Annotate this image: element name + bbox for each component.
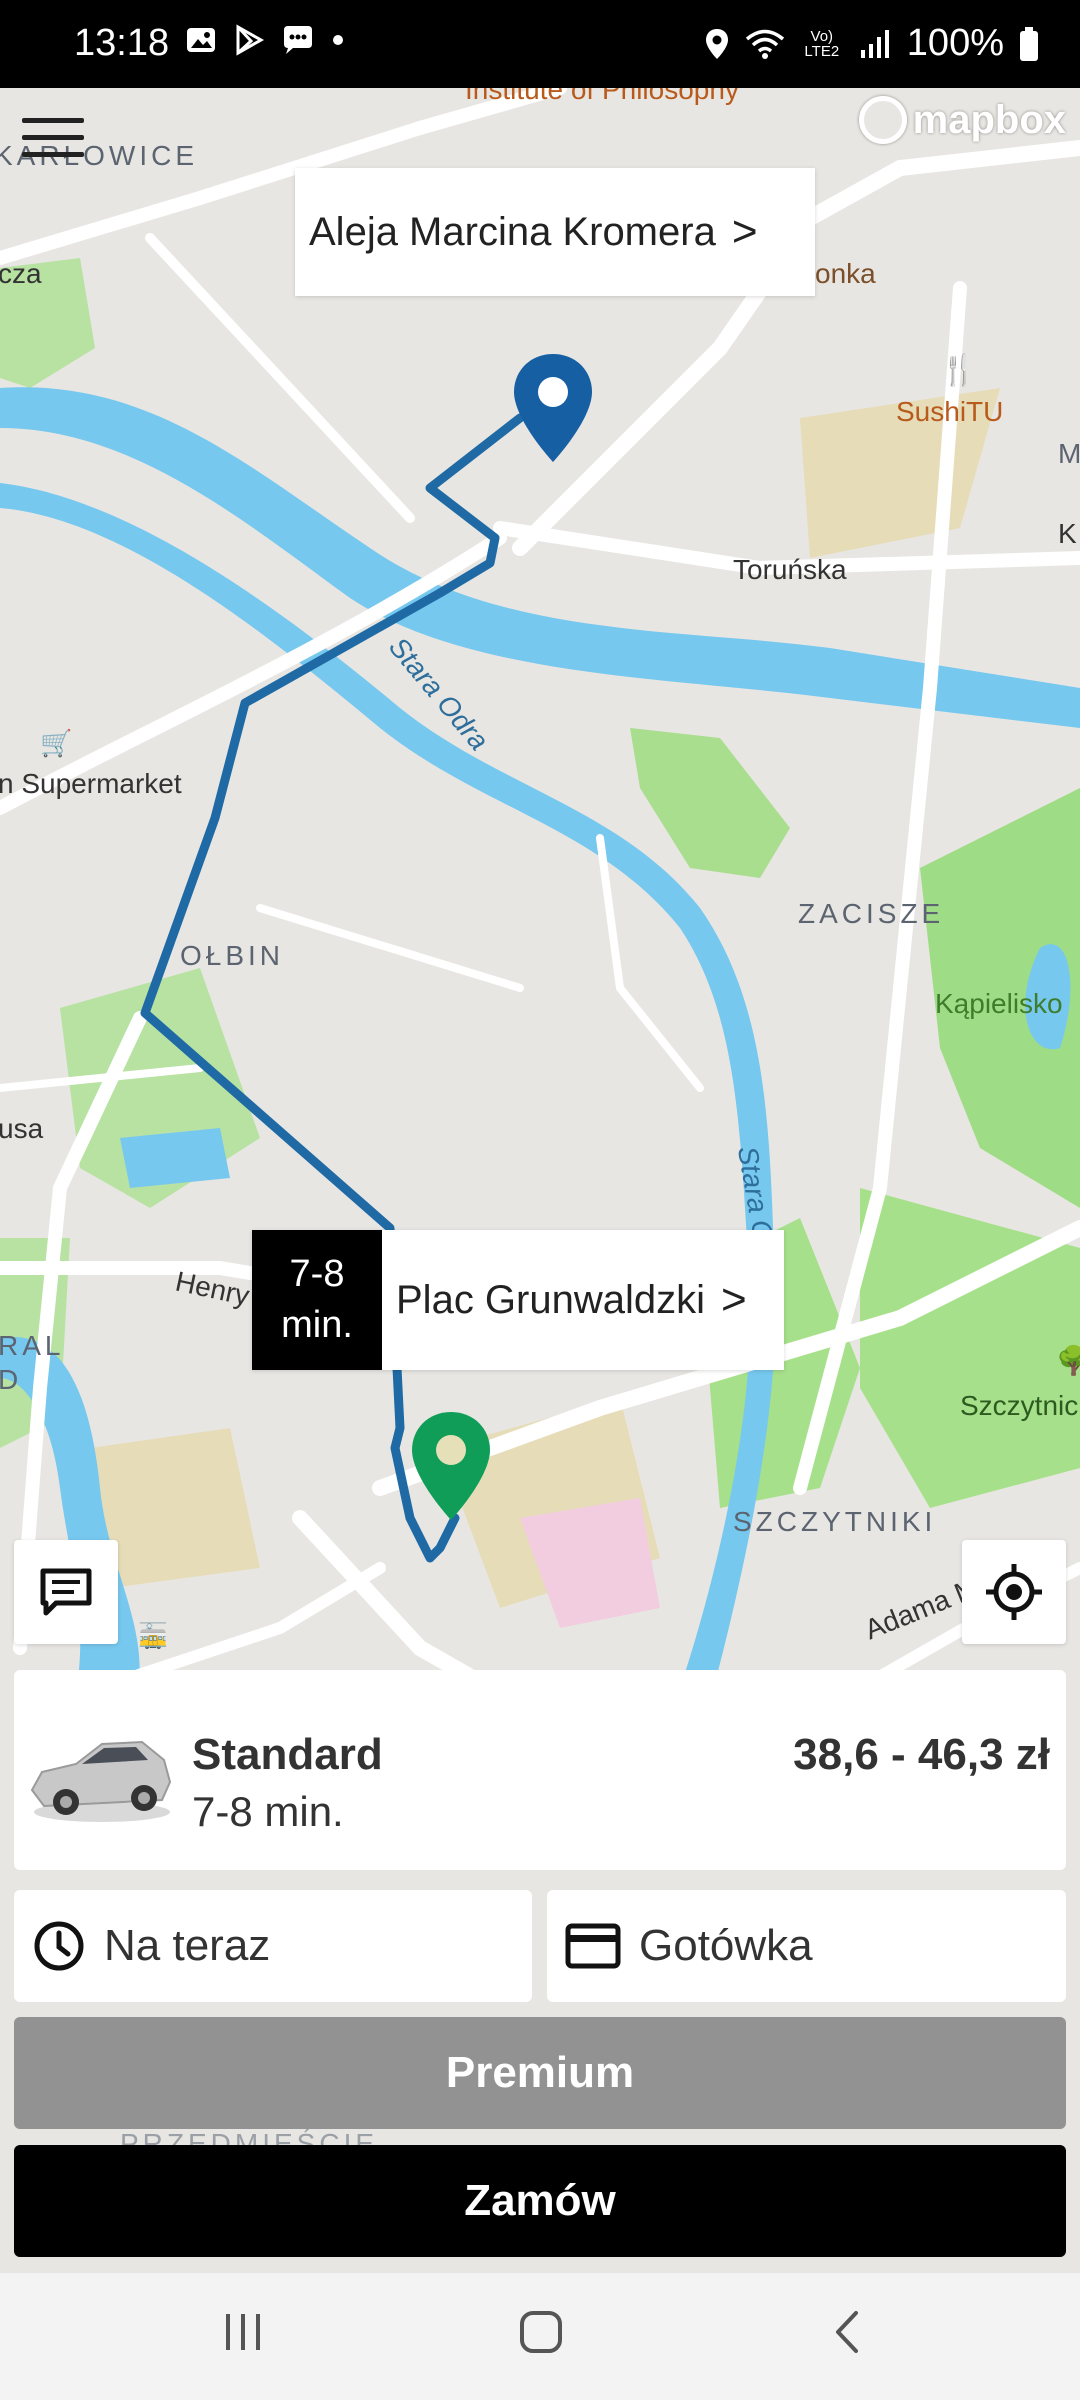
payment-option-label: Gotówka xyxy=(639,1921,813,1970)
label-ral: RAL xyxy=(0,1330,65,1361)
label-onka: onka xyxy=(815,258,876,289)
restaurant-icon: 🍴 xyxy=(940,354,978,387)
system-nav-bar xyxy=(0,2273,1080,2400)
destination-pin-icon[interactable] xyxy=(508,350,598,470)
lte-indicator: Vo) LTE2 xyxy=(804,27,840,60)
label-szczytniki: SZCZYTNIKI xyxy=(733,1506,937,1537)
label-cza: cza xyxy=(0,258,42,289)
signal-icon xyxy=(860,29,889,58)
order-panel: Standard 7-8 min. 38,6 - 46,3 zł Na tera… xyxy=(0,1660,1080,2273)
label-d: D xyxy=(0,1364,23,1395)
crosshair-icon xyxy=(986,1564,1042,1620)
order-button[interactable]: Zamów xyxy=(14,2145,1066,2257)
time-option-label: Na teraz xyxy=(104,1921,271,1970)
bus-icon: 🚋 xyxy=(138,1623,168,1650)
dot-icon xyxy=(333,35,343,45)
car-icon xyxy=(30,1740,172,1822)
ride-option-card[interactable]: Standard 7-8 min. 38,6 - 46,3 zł xyxy=(14,1670,1066,1870)
payment-option-button[interactable]: Gotówka xyxy=(547,1890,1066,2002)
message-icon xyxy=(284,26,312,54)
battery-icon xyxy=(1020,26,1038,61)
clock-icon xyxy=(34,1921,84,1971)
battery-percent: 100% xyxy=(906,22,1004,64)
eta-value: 7-8 xyxy=(289,1252,345,1295)
eta-unit: min. xyxy=(281,1304,353,1346)
label-usa: usa xyxy=(0,1113,44,1144)
label-olbin: OŁBIN xyxy=(180,940,285,971)
label-institute: Institute of Philosophy xyxy=(465,88,739,105)
ride-eta: 7-8 min. xyxy=(192,1788,344,1835)
system-icons: Vo) LTE2 100% xyxy=(703,22,1040,65)
notification-icons xyxy=(185,24,345,56)
menu-button[interactable] xyxy=(22,118,84,164)
label-zacisze: ZACISZE xyxy=(798,898,945,929)
ride-price: 38,6 - 46,3 zł xyxy=(793,1730,1050,1779)
premium-button[interactable]: Premium xyxy=(14,2017,1066,2129)
status-bar: 13:18 Vo) LTE2 100% xyxy=(0,0,1080,88)
chevron-right-icon: > xyxy=(721,1275,747,1324)
home-icon[interactable] xyxy=(518,2309,564,2355)
label-supermarket: n Supermarket xyxy=(0,768,182,799)
mapbox-text: mapbox xyxy=(912,97,1066,142)
tree-icon: 🌳 xyxy=(1056,1345,1080,1376)
menu-icon-line xyxy=(22,118,84,123)
label-torunska: Toruńska xyxy=(733,554,847,585)
chat-button[interactable] xyxy=(14,1540,118,1644)
mapbox-icon xyxy=(858,96,907,144)
eta-badge: 7-8 min. xyxy=(252,1230,382,1370)
location-icon xyxy=(705,28,728,59)
status-time: 13:18 xyxy=(74,22,170,64)
pickup-label: Plac Grunwaldzki xyxy=(396,1277,706,1322)
time-option-button[interactable]: Na teraz xyxy=(14,1890,532,2002)
label-m-edge: M xyxy=(1058,438,1080,469)
label-sushitu: SushiTU xyxy=(896,396,1004,427)
wifi-icon xyxy=(745,29,784,59)
label-kapielisko: Kąpielisko xyxy=(935,988,1063,1019)
destination-label: Aleja Marcina Kromera xyxy=(309,209,716,254)
play-store-icon xyxy=(236,24,265,56)
gallery-icon xyxy=(187,28,215,52)
menu-icon-line xyxy=(22,152,84,157)
credit-card-icon xyxy=(565,1923,621,1969)
my-location-button[interactable] xyxy=(962,1540,1066,1644)
chat-icon xyxy=(40,1568,92,1616)
menu-icon-line xyxy=(22,135,84,140)
shop-icon: 🛒 xyxy=(40,728,73,758)
pickup-callout[interactable]: 7-8 min. Plac Grunwaldzki > xyxy=(252,1230,784,1370)
ride-name: Standard xyxy=(192,1730,383,1779)
back-icon[interactable] xyxy=(826,2309,872,2355)
mapbox-logo[interactable]: mapbox xyxy=(858,96,1066,144)
destination-callout[interactable]: Aleja Marcina Kromera > xyxy=(295,168,815,296)
label-k-edge: K xyxy=(1058,518,1080,549)
recent-apps-icon[interactable] xyxy=(220,2309,266,2355)
pickup-pin-icon[interactable] xyxy=(406,1408,496,1528)
chevron-right-icon: > xyxy=(731,207,758,256)
label-szczytnic: Szczytnic xyxy=(960,1390,1079,1421)
